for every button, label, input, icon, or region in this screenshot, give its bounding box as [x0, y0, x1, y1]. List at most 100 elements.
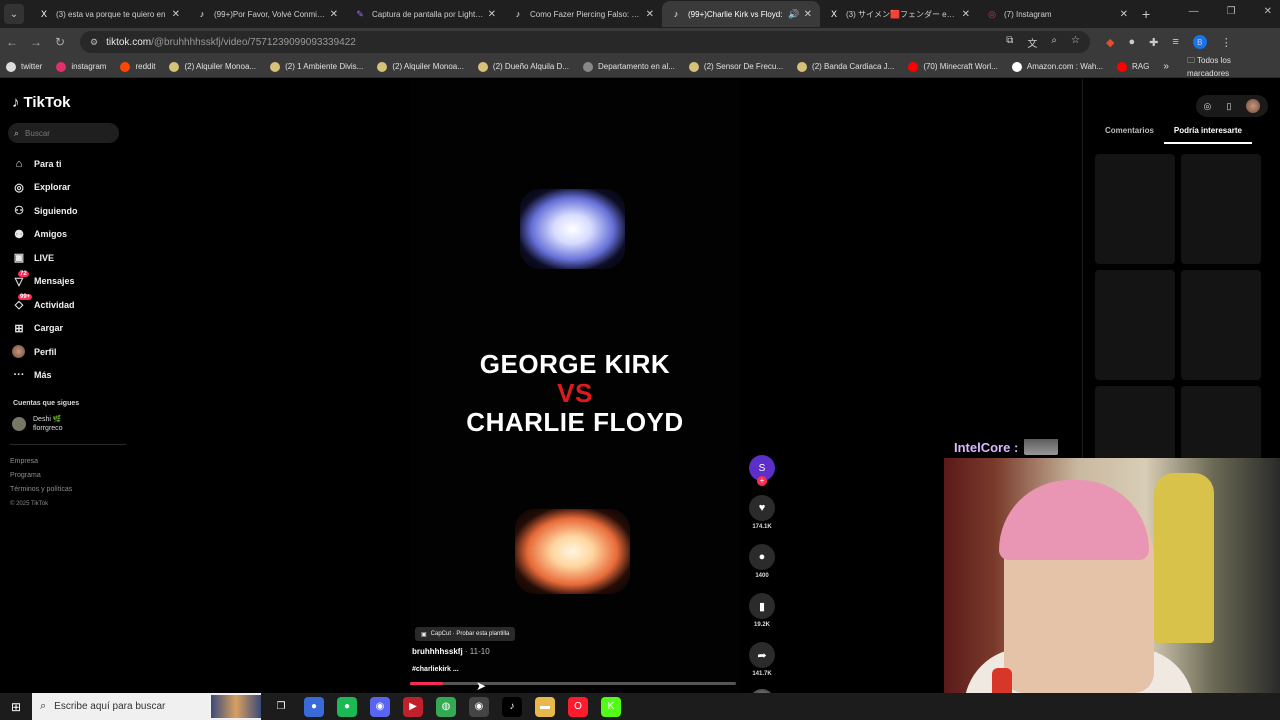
- discord-icon[interactable]: ◉: [370, 696, 390, 717]
- install-app-icon[interactable]: ⧉: [1006, 35, 1013, 50]
- windows-start-icon[interactable]: ⊞: [0, 700, 32, 714]
- extensions-puzzle-icon[interactable]: ✚: [1149, 36, 1158, 49]
- translate-icon[interactable]: 文: [1027, 35, 1037, 50]
- follow-plus-icon[interactable]: +: [757, 476, 767, 486]
- browser-tab[interactable]: X (3) サイメン🟥フェンダー en X: "W ✕: [820, 1, 978, 27]
- task-view-icon[interactable]: ❐: [271, 697, 291, 717]
- tab-close-icon[interactable]: ✕: [804, 9, 812, 20]
- browser-tab[interactable]: X (3) esta va porque te quiero en ✕: [30, 1, 188, 27]
- bookmark-star-icon[interactable]: ☆: [1071, 35, 1080, 50]
- sidebar-item-explorar[interactable]: ◎ Explorar: [12, 176, 78, 200]
- bookmark-item[interactable]: (2) Dueño Alquila D...: [477, 61, 569, 72]
- url-input[interactable]: ⚙ tiktok.com/@bruhhhhsskfj/video/7571239…: [80, 31, 1090, 53]
- author-avatar[interactable]: S +: [749, 455, 775, 486]
- bookmark-item[interactable]: Amazon.com : Wah...: [1011, 61, 1103, 72]
- bookmark-item[interactable]: (70) Minecraft Worl...: [908, 61, 998, 72]
- recommendation-thumbnail[interactable]: [1181, 270, 1261, 380]
- copilot-icon[interactable]: ●: [304, 696, 324, 717]
- site-info-icon[interactable]: ⚙: [90, 37, 98, 48]
- bookmark-item[interactable]: instagram: [56, 61, 106, 72]
- taskbar-search-input[interactable]: ⌕ Escribe aquí para buscar: [32, 693, 261, 720]
- search-input[interactable]: ⌕ Buscar: [8, 123, 119, 143]
- sidebar-item-actividad[interactable]: ◇ 99+ Actividad: [12, 293, 78, 317]
- bookmark-item[interactable]: (2) Sensor De Frecu...: [688, 61, 783, 72]
- maximize-icon[interactable]: ❐: [1227, 6, 1236, 17]
- capcut-template-badge[interactable]: ▣ CapCut · Probar esta plantilla: [415, 627, 516, 641]
- sidebar-item-mensajes[interactable]: ▽ 72 Mensajes: [12, 270, 78, 294]
- save-button[interactable]: ▮: [749, 593, 775, 619]
- comment-button[interactable]: ●: [749, 544, 775, 570]
- bookmark-item[interactable]: reddit: [120, 61, 155, 72]
- back-icon[interactable]: ←: [0, 35, 24, 49]
- avatar[interactable]: [1246, 99, 1261, 113]
- sidebar-item-siguiendo[interactable]: ⚇ Siguiendo: [12, 199, 77, 223]
- tab-close-icon[interactable]: ✕: [962, 9, 970, 20]
- sidebar-item-live[interactable]: ▣ LIVE: [12, 246, 78, 270]
- tab-close-icon[interactable]: ✕: [1120, 9, 1128, 20]
- tab-recommended[interactable]: Podría interesarte: [1163, 126, 1252, 144]
- menu-kebab-icon[interactable]: ⋮: [1221, 36, 1232, 49]
- minimize-icon[interactable]: —: [1189, 6, 1199, 17]
- file-explorer-icon[interactable]: ▬: [535, 696, 555, 717]
- browser-tab[interactable]: ♪ (99+)Charlie Kirk vs Floyd: 🔊 ✕: [662, 1, 820, 27]
- obs-icon[interactable]: ◉: [469, 696, 489, 717]
- following-account[interactable]: Deshi 🌿 florrgreco: [12, 415, 63, 433]
- tab-close-icon[interactable]: ✕: [488, 9, 496, 20]
- bookmarks-overflow-icon[interactable]: »: [1163, 61, 1169, 72]
- tab-close-icon[interactable]: ✕: [646, 9, 654, 20]
- browser-tab[interactable]: ◎ (7) Instagram ✕: [978, 1, 1136, 27]
- browser-tab[interactable]: ♪ Como Fazer Piercing Falso: Dic ✕: [504, 1, 662, 27]
- browser-tab[interactable]: ✎ Captura de pantalla por Lightsh ✕: [346, 1, 504, 27]
- sidebar-item-para-ti[interactable]: ⌂ Para ti: [12, 152, 78, 176]
- sidebar-item-cargar[interactable]: ⊞ Cargar: [12, 317, 78, 341]
- video-editor-icon[interactable]: ▶: [403, 696, 423, 717]
- opera-icon[interactable]: O: [568, 696, 588, 717]
- zoom-icon[interactable]: ⌕: [1051, 35, 1057, 50]
- forward-icon[interactable]: →: [24, 35, 48, 49]
- sidebar-item-amigos[interactable]: ⚉ Amigos: [12, 223, 78, 247]
- extension-fox-icon[interactable]: ◆: [1106, 36, 1114, 49]
- close-window-icon[interactable]: ✕: [1264, 6, 1272, 17]
- bookmark-item[interactable]: twitter: [6, 61, 42, 72]
- video-progress-bar[interactable]: [410, 682, 736, 685]
- video-player[interactable]: GEORGE KIRK VS CHARLIE FLOYD ▣ CapCut · P…: [410, 79, 740, 693]
- kick-icon[interactable]: K: [601, 696, 621, 717]
- bookmark-item[interactable]: (2) Alquiler Monoa...: [169, 61, 256, 72]
- like-button[interactable]: ♥: [749, 495, 775, 521]
- tiktok-logo[interactable]: ♪ TikTok: [12, 94, 70, 111]
- recommendation-thumbnail[interactable]: [1095, 270, 1175, 380]
- spotify-icon[interactable]: ●: [337, 696, 357, 717]
- media-controls-icon[interactable]: ≡: [1172, 36, 1178, 48]
- all-bookmarks-folder[interactable]: 🗀 Todos los marcadores: [1187, 55, 1270, 78]
- tab-close-icon[interactable]: ✕: [172, 9, 180, 20]
- footer-link-empresa[interactable]: Empresa: [10, 455, 72, 469]
- share-button[interactable]: ➦: [749, 642, 775, 668]
- bookmark-item[interactable]: (2) 1 Ambiente Divis...: [270, 61, 363, 72]
- sidebar-item-perfil[interactable]: Perfil: [12, 340, 78, 364]
- bookmark-item[interactable]: RAG: [1117, 61, 1149, 72]
- video-hashtags[interactable]: #charliekirk ...: [412, 666, 459, 673]
- new-tab-button[interactable]: +: [1142, 6, 1150, 22]
- recommendation-thumbnail[interactable]: [1181, 154, 1261, 264]
- reload-icon[interactable]: ↻: [48, 35, 72, 49]
- chrome-icon[interactable]: ◍: [436, 696, 456, 717]
- tab-comments[interactable]: Comentarios: [1095, 126, 1164, 144]
- profile-avatar[interactable]: B: [1192, 35, 1207, 49]
- tab-search-button[interactable]: ⌄: [4, 4, 24, 24]
- tiktok-icon[interactable]: ♪: [502, 696, 522, 717]
- tab-audio-icon[interactable]: 🔊: [788, 9, 799, 20]
- footer-link-programa[interactable]: Programa: [10, 469, 72, 483]
- browser-tab[interactable]: ♪ (99+)Por Favor, Volvé Conmigo ✕: [188, 1, 346, 27]
- compass-icon[interactable]: ◎: [1204, 101, 1212, 112]
- tab-close-icon[interactable]: ✕: [330, 9, 338, 20]
- bookmark-item[interactable]: (2) Alquiler Monoa...: [377, 61, 464, 72]
- recommendation-thumbnail[interactable]: [1095, 154, 1175, 264]
- bookmark-item[interactable]: Departamento en al...: [582, 61, 675, 72]
- device-icon[interactable]: ▯: [1226, 101, 1231, 112]
- share-icon: ➦: [757, 649, 767, 662]
- bookmark-item[interactable]: (2) Banda Cardiaca J...: [797, 61, 894, 72]
- extension-icon[interactable]: ●: [1128, 36, 1135, 48]
- sidebar-item-más[interactable]: ··· Más: [12, 364, 78, 388]
- video-author[interactable]: bruhhhhsskfj · 11-10: [412, 647, 490, 656]
- footer-link-terms[interactable]: Términos y políticas: [10, 483, 72, 497]
